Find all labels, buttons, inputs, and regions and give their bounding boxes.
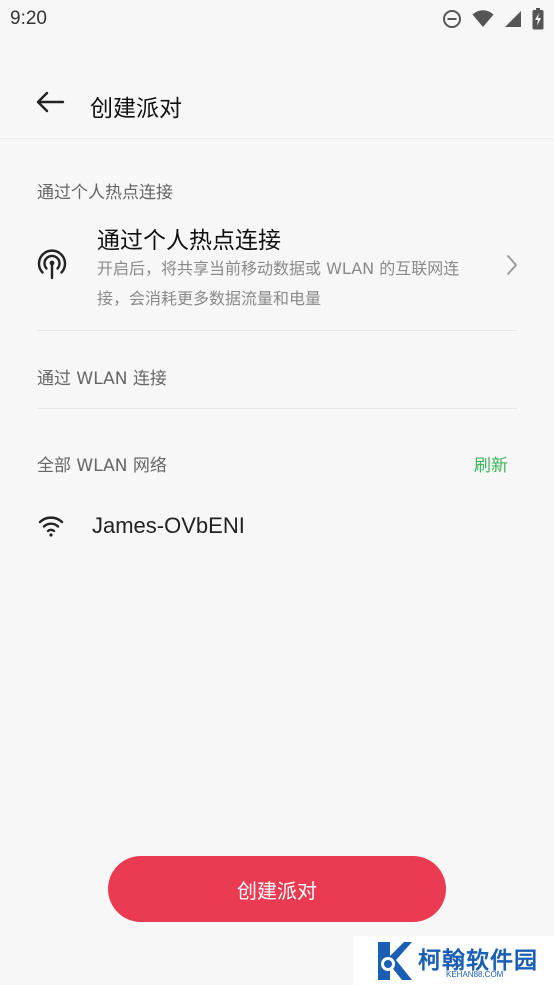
cell-signal-icon — [504, 10, 522, 28]
wlan-section-label: 通过 WLAN 连接 — [37, 369, 167, 389]
hotspot-title: 通过个人热点连接 — [97, 228, 281, 254]
hotspot-section-label: 通过个人热点连接 — [37, 183, 173, 203]
screen: 9:20 创建派对 通过个人热点连接 通过个人热点连接 开启后，将共享当前移动数… — [0, 0, 554, 985]
battery-charging-icon — [532, 8, 544, 30]
networks-section-label: 全部 WLAN 网络 — [37, 456, 167, 476]
app-header: 创建派对 — [0, 70, 554, 139]
status-time: 9:20 — [10, 8, 47, 29]
hotspot-description: 开启后，将共享当前移动数据或 WLAN 的互联网连接，会消耗更多数据流量和电量 — [97, 259, 460, 308]
arrow-left-icon — [35, 91, 65, 117]
hotspot-item[interactable]: 通过个人热点连接 开启后，将共享当前移动数据或 WLAN 的互联网连接，会消耗更… — [0, 210, 554, 320]
chevron-right-icon — [506, 254, 518, 280]
wifi-icon — [38, 515, 64, 541]
wifi-signal-icon — [472, 10, 494, 28]
refresh-button[interactable]: 刷新 — [474, 451, 508, 476]
network-item[interactable]: James-OVbENI — [0, 500, 554, 556]
hotspot-icon — [36, 248, 68, 280]
do-not-disturb-icon — [442, 9, 462, 29]
network-name: James-OVbENI — [92, 513, 245, 538]
create-party-button[interactable]: 创建派对 — [108, 856, 446, 922]
page-title: 创建派对 — [90, 96, 182, 122]
back-button[interactable] — [30, 88, 70, 120]
watermark: 柯翰软件园 KEHAN88.COM — [354, 936, 554, 985]
watermark-subtext: KEHAN88.COM — [446, 970, 504, 979]
status-bar: 9:20 — [0, 0, 554, 40]
divider — [37, 330, 517, 331]
divider — [37, 408, 517, 409]
status-icons — [442, 8, 544, 30]
watermark-logo-icon — [374, 940, 414, 985]
